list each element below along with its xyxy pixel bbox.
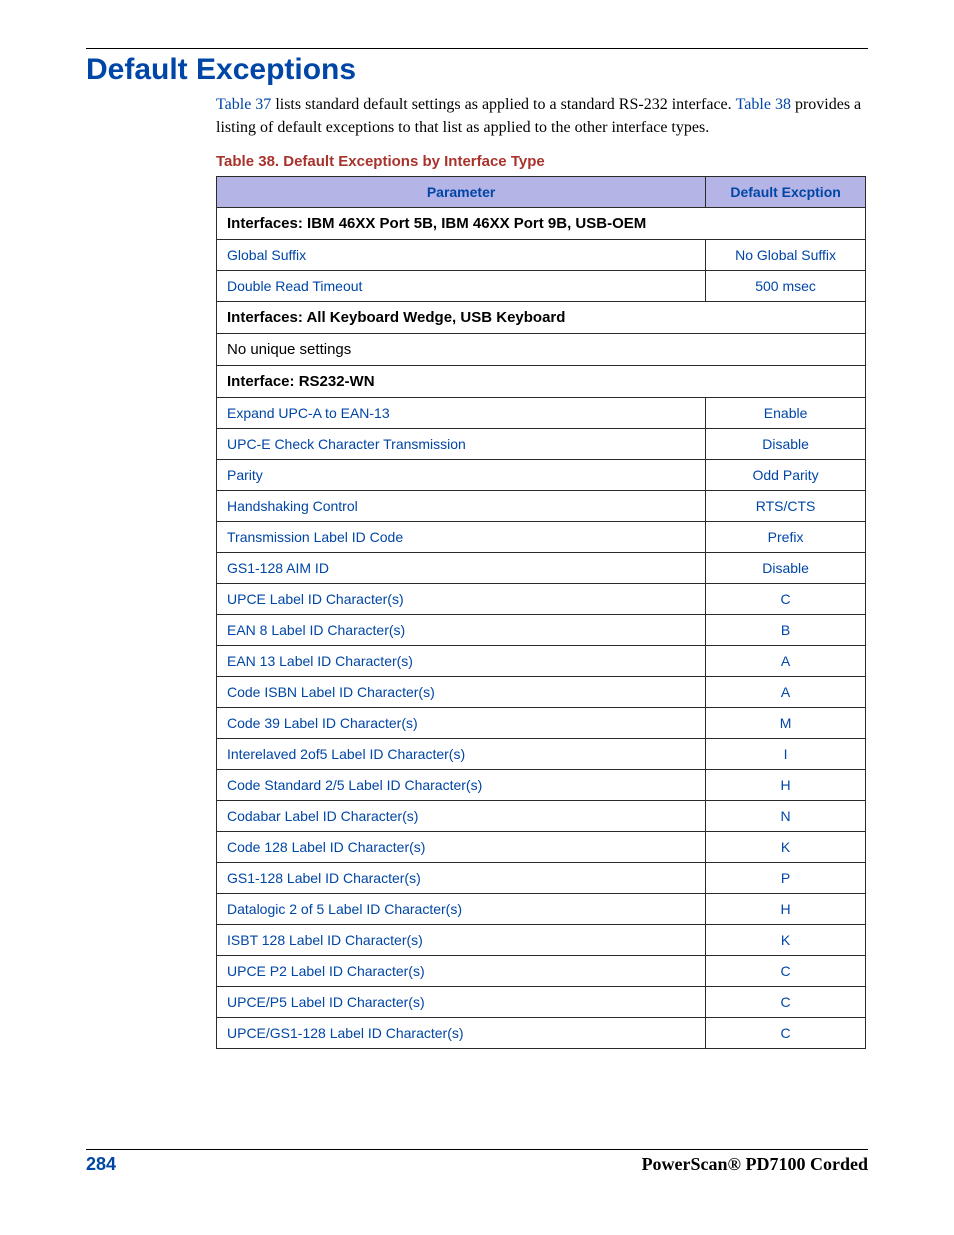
value-cell: B xyxy=(706,615,866,646)
parameter-cell: Interelaved 2of5 Label ID Character(s) xyxy=(217,739,706,770)
table-37-link[interactable]: Table 37 xyxy=(216,96,271,113)
value-cell: Disable xyxy=(706,553,866,584)
header-default-exception: Default Excption xyxy=(706,177,866,208)
parameter-cell: UPCE/P5 Label ID Character(s) xyxy=(217,987,706,1018)
parameter-cell: GS1-128 AIM ID xyxy=(217,553,706,584)
value-cell: Enable xyxy=(706,398,866,429)
value-cell: H xyxy=(706,770,866,801)
value-cell: RTS/CTS xyxy=(706,491,866,522)
table-row: UPCE/GS1-128 Label ID Character(s)C xyxy=(217,1018,866,1049)
parameter-cell: UPCE Label ID Character(s) xyxy=(217,584,706,615)
table-caption: Table 38. Default Exceptions by Interfac… xyxy=(216,153,868,170)
parameter-cell: Datalogic 2 of 5 Label ID Character(s) xyxy=(217,894,706,925)
parameter-cell: Parity xyxy=(217,460,706,491)
section-label: Interface: RS232-WN xyxy=(217,366,866,398)
value-cell: P xyxy=(706,863,866,894)
page-title: Default Exceptions xyxy=(86,53,868,87)
table-header-row: Parameter Default Excption xyxy=(217,177,866,208)
parameter-cell: ISBT 128 Label ID Character(s) xyxy=(217,925,706,956)
value-cell: M xyxy=(706,708,866,739)
value-cell: C xyxy=(706,987,866,1018)
value-cell: Disable xyxy=(706,429,866,460)
section-label: Interfaces: IBM 46XX Port 5B, IBM 46XX P… xyxy=(217,208,866,240)
value-cell: No Global Suffix xyxy=(706,240,866,271)
table-row: UPCE Label ID Character(s)C xyxy=(217,584,866,615)
value-cell: H xyxy=(706,894,866,925)
table-row: Handshaking ControlRTS/CTS xyxy=(217,491,866,522)
product-name: PowerScan® PD7100 Corded xyxy=(642,1154,868,1175)
parameter-cell: Double Read Timeout xyxy=(217,271,706,302)
top-rule xyxy=(86,48,868,49)
table-row: ISBT 128 Label ID Character(s)K xyxy=(217,925,866,956)
parameter-cell: Code 128 Label ID Character(s) xyxy=(217,832,706,863)
value-cell: A xyxy=(706,646,866,677)
value-cell: N xyxy=(706,801,866,832)
value-cell: 500 msec xyxy=(706,271,866,302)
parameter-cell: UPCE/GS1-128 Label ID Character(s) xyxy=(217,1018,706,1049)
table-row: Interfaces: All Keyboard Wedge, USB Keyb… xyxy=(217,302,866,334)
table-row: Code ISBN Label ID Character(s)A xyxy=(217,677,866,708)
value-cell: K xyxy=(706,925,866,956)
table-row: Codabar Label ID Character(s)N xyxy=(217,801,866,832)
table-row: Code 128 Label ID Character(s)K xyxy=(217,832,866,863)
parameter-cell: EAN 8 Label ID Character(s) xyxy=(217,615,706,646)
value-cell: A xyxy=(706,677,866,708)
table-row: EAN 8 Label ID Character(s)B xyxy=(217,615,866,646)
table-row: EAN 13 Label ID Character(s)A xyxy=(217,646,866,677)
value-cell: Prefix xyxy=(706,522,866,553)
parameter-cell: Transmission Label ID Code xyxy=(217,522,706,553)
parameter-cell: Code ISBN Label ID Character(s) xyxy=(217,677,706,708)
table-row: UPCE/P5 Label ID Character(s)C xyxy=(217,987,866,1018)
header-parameter: Parameter xyxy=(217,177,706,208)
value-cell: C xyxy=(706,956,866,987)
table-row: ParityOdd Parity xyxy=(217,460,866,491)
exceptions-table: Parameter Default Excption Interfaces: I… xyxy=(216,176,866,1049)
footer-rule xyxy=(86,1149,868,1150)
table-row: GS1-128 Label ID Character(s)P xyxy=(217,863,866,894)
parameter-cell: Handshaking Control xyxy=(217,491,706,522)
table-row: Interfaces: IBM 46XX Port 5B, IBM 46XX P… xyxy=(217,208,866,240)
table-row: Interelaved 2of5 Label ID Character(s)I xyxy=(217,739,866,770)
parameter-cell: UPCE P2 Label ID Character(s) xyxy=(217,956,706,987)
value-cell: I xyxy=(706,739,866,770)
plain-label: No unique settings xyxy=(217,334,866,366)
table-38-link[interactable]: Table 38 xyxy=(736,96,791,113)
page-footer: 284 PowerScan® PD7100 Corded xyxy=(86,1149,868,1175)
table-row: Expand UPC-A to EAN-13Enable xyxy=(217,398,866,429)
table-row: UPC-E Check Character TransmissionDisabl… xyxy=(217,429,866,460)
value-cell: C xyxy=(706,1018,866,1049)
table-row: Datalogic 2 of 5 Label ID Character(s)H xyxy=(217,894,866,925)
parameter-cell: UPC-E Check Character Transmission xyxy=(217,429,706,460)
table-row: Code 39 Label ID Character(s)M xyxy=(217,708,866,739)
parameter-cell: Codabar Label ID Character(s) xyxy=(217,801,706,832)
table-row: No unique settings xyxy=(217,334,866,366)
table-row: Code Standard 2/5 Label ID Character(s)H xyxy=(217,770,866,801)
intro-paragraph: Table 37 lists standard default settings… xyxy=(216,93,866,139)
section-label: Interfaces: All Keyboard Wedge, USB Keyb… xyxy=(217,302,866,334)
parameter-cell: Expand UPC-A to EAN-13 xyxy=(217,398,706,429)
value-cell: Odd Parity xyxy=(706,460,866,491)
table-row: GS1-128 AIM IDDisable xyxy=(217,553,866,584)
page-number: 284 xyxy=(86,1154,116,1175)
table-row: Transmission Label ID CodePrefix xyxy=(217,522,866,553)
table-row: Global SuffixNo Global Suffix xyxy=(217,240,866,271)
value-cell: K xyxy=(706,832,866,863)
parameter-cell: Code 39 Label ID Character(s) xyxy=(217,708,706,739)
parameter-cell: Global Suffix xyxy=(217,240,706,271)
parameter-cell: Code Standard 2/5 Label ID Character(s) xyxy=(217,770,706,801)
table-row: Interface: RS232-WN xyxy=(217,366,866,398)
table-row: Double Read Timeout500 msec xyxy=(217,271,866,302)
parameter-cell: GS1-128 Label ID Character(s) xyxy=(217,863,706,894)
intro-text-1: lists standard default settings as appli… xyxy=(271,96,735,113)
table-row: UPCE P2 Label ID Character(s)C xyxy=(217,956,866,987)
value-cell: C xyxy=(706,584,866,615)
parameter-cell: EAN 13 Label ID Character(s) xyxy=(217,646,706,677)
